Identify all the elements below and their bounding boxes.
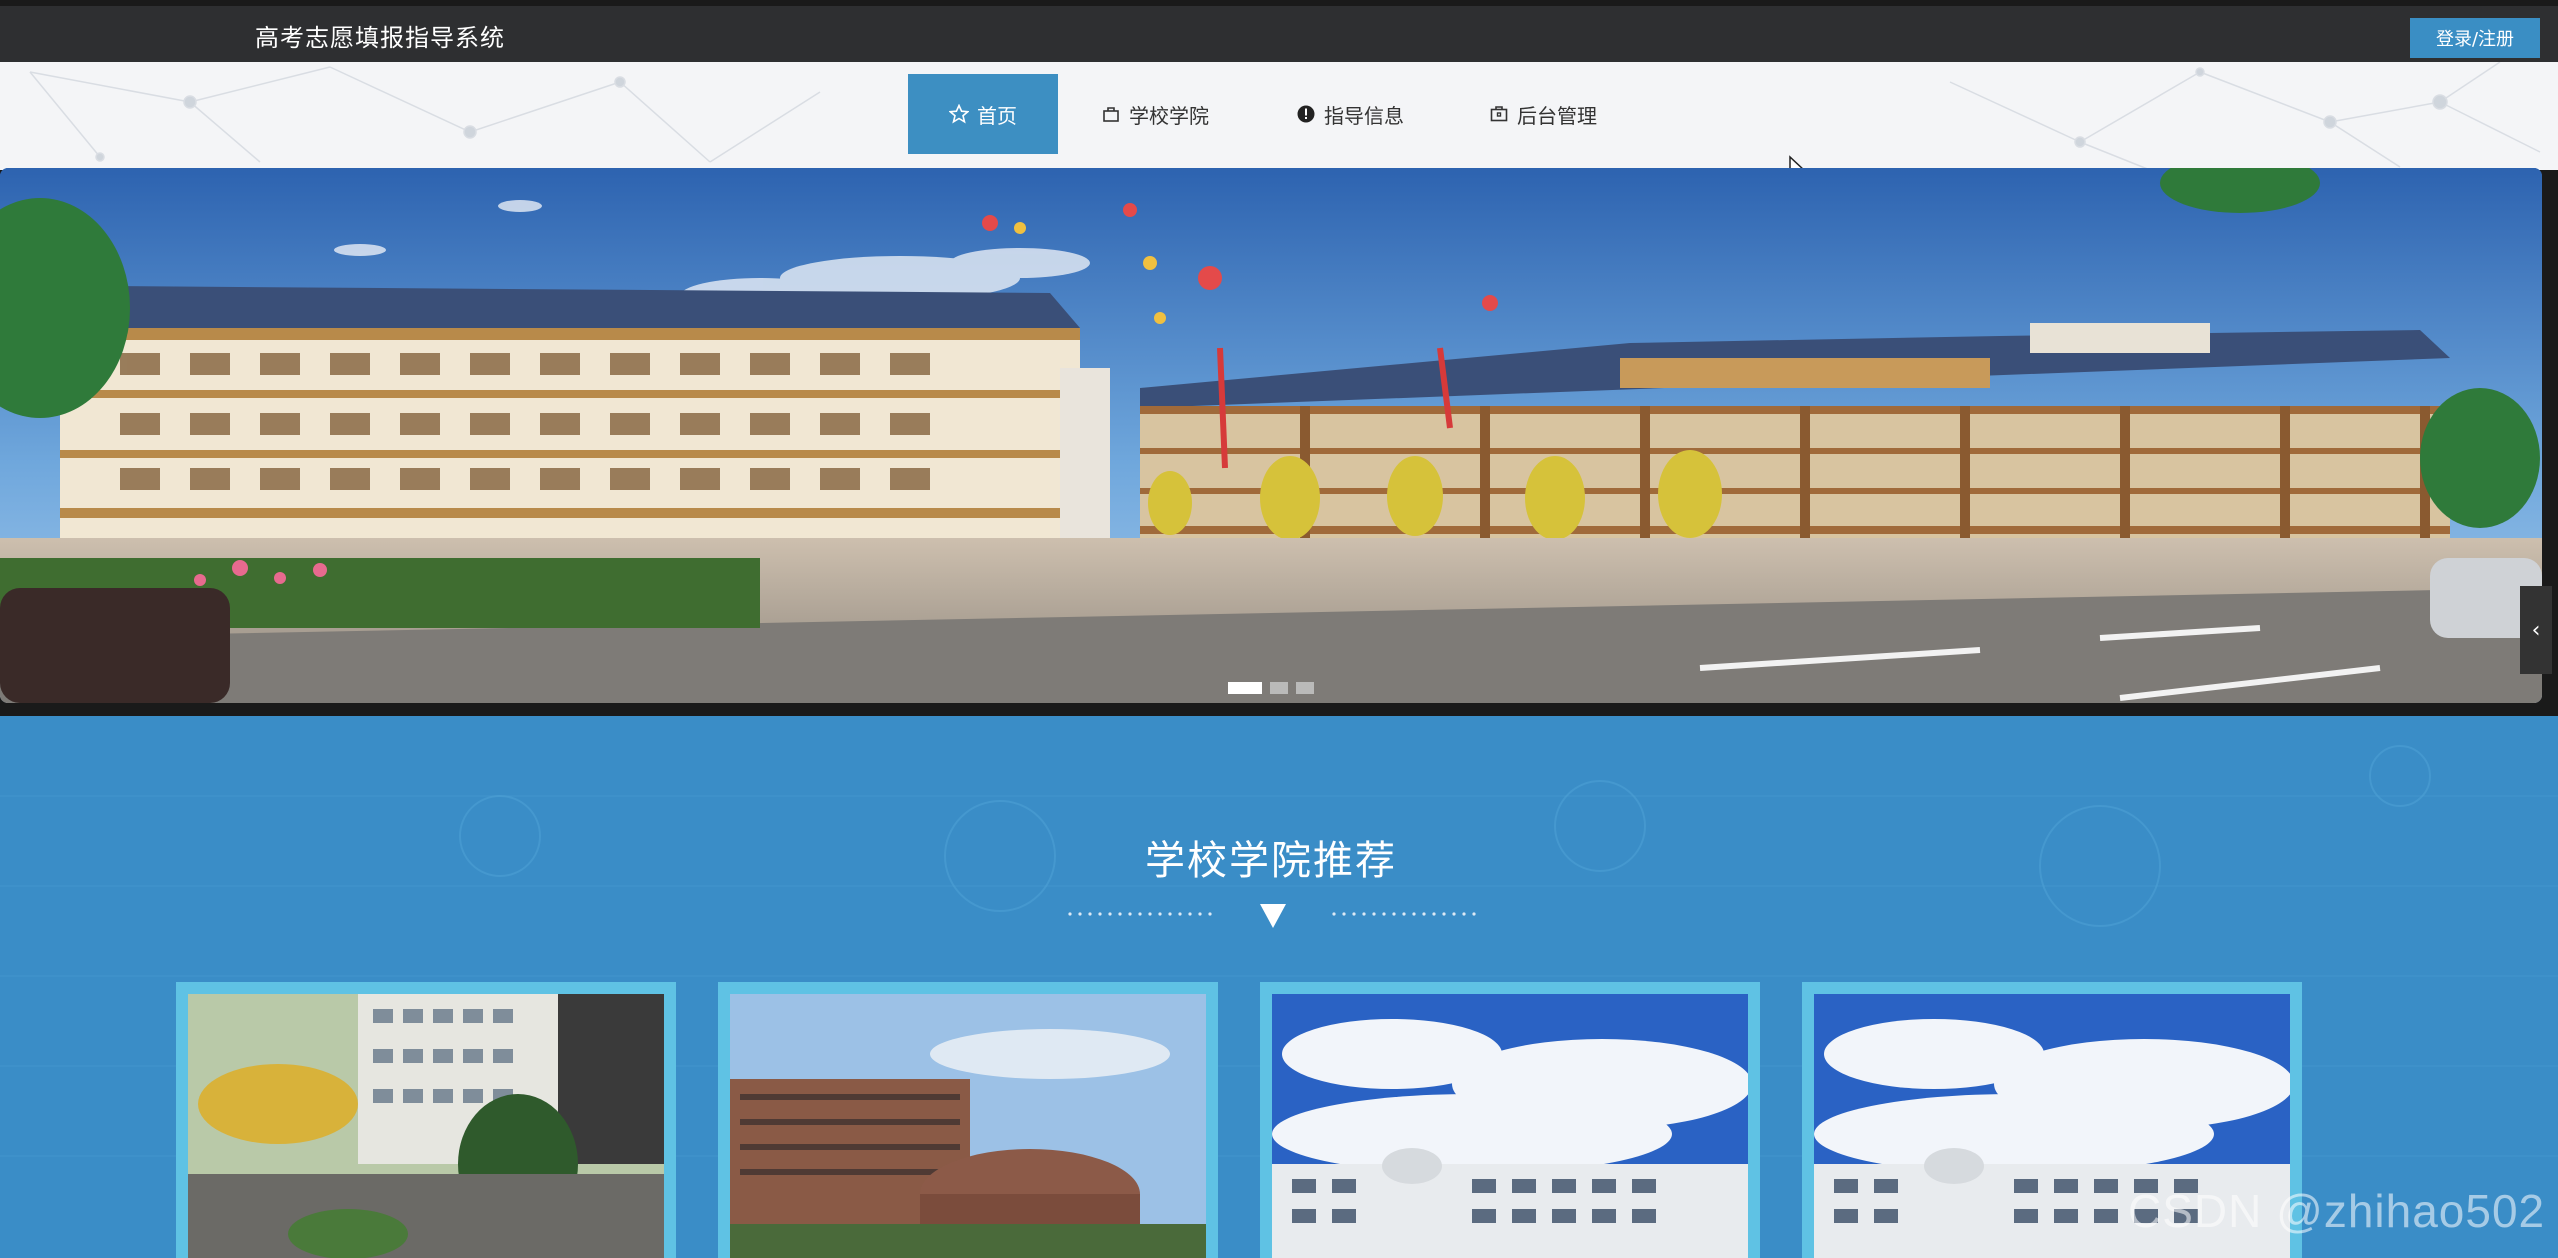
- banner-carousel[interactable]: [0, 168, 2542, 703]
- nav-item-home[interactable]: 首页: [908, 74, 1058, 154]
- nav-item-schools[interactable]: 学校学院: [1058, 74, 1252, 154]
- bag-icon: [1103, 107, 1119, 122]
- carousel-dot-3[interactable]: [1296, 682, 1314, 694]
- title-divider: [1068, 904, 1476, 928]
- nav-item-label: 首页: [977, 103, 1017, 128]
- campus-photo-3: [1272, 994, 1748, 1258]
- login-register-button[interactable]: 登录/注册: [2410, 18, 2540, 58]
- main-nav: 首页 学校学院 指导信息 后台管理: [908, 74, 1638, 154]
- nav-item-admin[interactable]: 后台管理: [1448, 74, 1638, 154]
- school-card-1[interactable]: [176, 982, 676, 1258]
- carousel-indicators: [1228, 682, 1314, 694]
- carousel-dot-1[interactable]: [1228, 682, 1262, 694]
- campus-photo-2: [730, 994, 1206, 1258]
- campus-photo-1: [188, 994, 664, 1258]
- nav-item-label: 后台管理: [1517, 103, 1597, 128]
- nav-item-label: 学校学院: [1129, 103, 1209, 128]
- school-card-3[interactable]: [1260, 982, 1760, 1258]
- nav-area: 首页 学校学院 指导信息 后台管理: [0, 62, 2558, 170]
- recommend-section: 学校学院推荐: [0, 716, 2558, 1258]
- carousel-dot-2[interactable]: [1270, 682, 1288, 694]
- school-card-2[interactable]: [718, 982, 1218, 1258]
- site-title: 高考志愿填报指导系统: [255, 24, 505, 52]
- nav-item-label: 指导信息: [1324, 103, 1404, 128]
- nav-item-guidance[interactable]: 指导信息: [1252, 74, 1448, 154]
- campus-banner-image: [0, 168, 2542, 703]
- school-cards: [176, 982, 2302, 1258]
- info-icon: [1297, 105, 1315, 123]
- top-bar: 高考志愿填报指导系统 登录/注册: [0, 6, 2558, 62]
- section-title: 学校学院推荐: [1145, 838, 1397, 884]
- star-icon: [949, 104, 969, 124]
- chevron-left-icon[interactable]: ‹: [2520, 586, 2552, 674]
- briefcase-icon: [1490, 106, 1508, 122]
- watermark-text: CSDN @zhihao502: [2128, 1185, 2546, 1237]
